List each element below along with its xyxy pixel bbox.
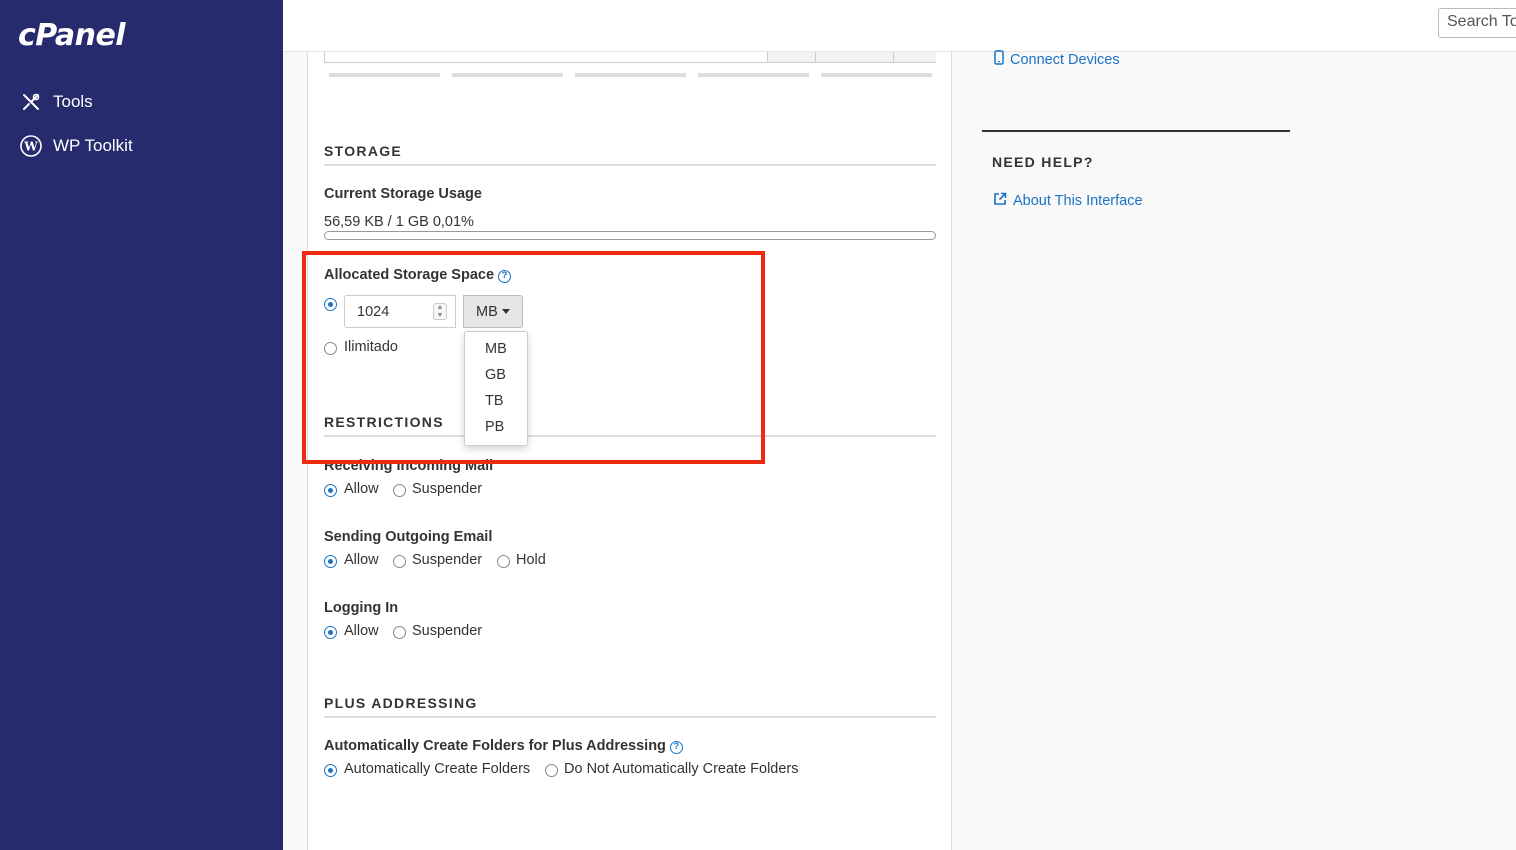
- outgoing-suspend-radio[interactable]: [393, 555, 406, 568]
- field-addon[interactable]: [815, 52, 893, 62]
- strength-bar-segment: [698, 73, 809, 77]
- sidebar: cPanel Tools W WP Toolkit: [0, 0, 283, 850]
- plus-addressing-label: Automatically Create Folders for Plus Ad…: [324, 738, 683, 754]
- quota-stepper[interactable]: ▲ ▼: [433, 303, 447, 320]
- field-addon[interactable]: [893, 52, 936, 62]
- login-allow-label[interactable]: Allow: [344, 623, 379, 639]
- no-auto-create-folders-radio[interactable]: [545, 764, 558, 777]
- wordpress-icon: W: [20, 135, 42, 157]
- unlimited-radio[interactable]: [324, 342, 337, 355]
- storage-usage-text: 56,59 KB / 1 GB 0,01%: [324, 214, 474, 230]
- allocated-storage-text: Allocated Storage Space: [324, 267, 495, 283]
- outgoing-suspend-label[interactable]: Suspender: [412, 552, 482, 568]
- login-suspend-radio[interactable]: [393, 626, 406, 639]
- incoming-suspend-radio[interactable]: [393, 484, 406, 497]
- unit-option-gb[interactable]: GB: [465, 366, 527, 392]
- connect-devices-text: Connect Devices: [1010, 51, 1120, 68]
- chevron-up-icon[interactable]: ▲: [437, 304, 444, 311]
- strength-bar-segment: [329, 73, 440, 77]
- svg-text:W: W: [23, 140, 38, 154]
- restrictions-section-title: RESTRICTIONS: [324, 414, 936, 437]
- unit-option-mb[interactable]: MB: [465, 340, 527, 366]
- about-interface-link[interactable]: About This Interface: [993, 192, 1143, 210]
- unit-dropdown-menu: MB GB TB PB: [464, 331, 528, 446]
- incoming-suspend-label[interactable]: Suspender: [412, 481, 482, 497]
- strength-bar-segment: [452, 73, 563, 77]
- sidebar-item-label: WP Toolkit: [53, 136, 133, 155]
- incoming-mail-label: Receiving Incoming Mail: [324, 458, 494, 474]
- storage-usage-bar: [324, 231, 936, 240]
- outgoing-hold-label[interactable]: Hold: [516, 552, 546, 568]
- external-link-icon: [993, 192, 1007, 210]
- auto-create-folders-label[interactable]: Automatically Create Folders: [344, 761, 530, 777]
- login-allow-radio[interactable]: [324, 626, 337, 639]
- outgoing-email-label: Sending Outgoing Email: [324, 529, 493, 545]
- divider: [982, 130, 1290, 132]
- help-icon[interactable]: ?: [669, 741, 683, 754]
- strength-bar-segment: [821, 73, 932, 77]
- outgoing-allow-radio[interactable]: [324, 555, 337, 568]
- outgoing-allow-label[interactable]: Allow: [344, 552, 379, 568]
- incoming-allow-radio[interactable]: [324, 484, 337, 497]
- outgoing-hold-radio[interactable]: [497, 555, 510, 568]
- top-bar: Search To: [283, 0, 1516, 52]
- unit-option-tb[interactable]: TB: [465, 392, 527, 418]
- logging-in-label: Logging In: [324, 600, 399, 616]
- unlimited-label[interactable]: Ilimitado: [344, 339, 398, 355]
- no-auto-create-folders-label[interactable]: Do Not Automatically Create Folders: [564, 761, 799, 777]
- login-suspend-label[interactable]: Suspender: [412, 623, 482, 639]
- auto-create-folders-radio[interactable]: [324, 764, 337, 777]
- unit-option-pb[interactable]: PB: [465, 418, 527, 444]
- search-icon[interactable]: [767, 52, 815, 62]
- search-input[interactable]: Search To: [1438, 8, 1516, 38]
- help-icon[interactable]: ?: [498, 270, 512, 283]
- need-help-title: NEED HELP?: [992, 154, 1094, 170]
- sidebar-item-wp-toolkit[interactable]: W WP Toolkit: [20, 135, 133, 157]
- allocated-storage-label: Allocated Storage Space?: [324, 267, 512, 283]
- email-address-field[interactable]: [324, 52, 936, 63]
- storage-quota-input[interactable]: 1024 ▲ ▼: [344, 295, 456, 328]
- about-interface-text: About This Interface: [1013, 193, 1143, 209]
- plus-addressing-section-title: PLUS ADDRESSING: [324, 695, 936, 718]
- sidebar-item-label: Tools: [53, 92, 93, 111]
- plus-addressing-text: Automatically Create Folders for Plus Ad…: [324, 738, 666, 754]
- tools-icon: [20, 91, 42, 113]
- unit-selected-label: MB: [476, 304, 498, 320]
- incoming-allow-label[interactable]: Allow: [344, 481, 379, 497]
- mobile-phone-icon: [994, 50, 1004, 69]
- chevron-down-icon[interactable]: ▼: [437, 312, 444, 319]
- current-storage-label: Current Storage Usage: [324, 186, 482, 202]
- unit-select-button[interactable]: MB: [463, 295, 523, 328]
- connect-devices-link[interactable]: Connect Devices: [994, 50, 1120, 69]
- storage-quota-value: 1024: [357, 304, 390, 320]
- strength-bar-segment: [575, 73, 686, 77]
- cpanel-logo[interactable]: cPanel: [18, 18, 126, 53]
- sidebar-item-tools[interactable]: Tools: [20, 91, 93, 113]
- allocated-storage-radio[interactable]: [324, 298, 337, 311]
- caret-down-icon: [501, 309, 510, 314]
- storage-section-title: STORAGE: [324, 143, 936, 166]
- main-panel: STORAGE Current Storage Usage 56,59 KB /…: [307, 52, 952, 850]
